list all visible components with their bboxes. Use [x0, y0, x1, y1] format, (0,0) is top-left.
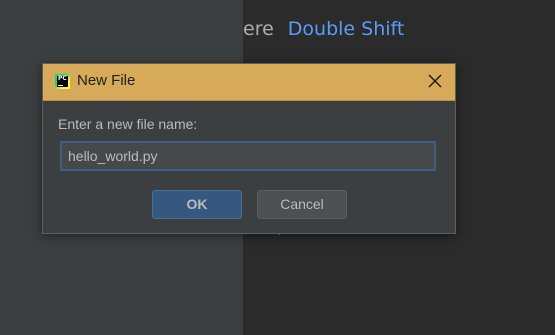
- hint-shortcut: Double Shift: [287, 18, 405, 40]
- dialog-title: New File: [77, 72, 136, 89]
- file-name-input[interactable]: [62, 143, 434, 169]
- pycharm-icon-bar: [58, 85, 63, 86]
- search-everywhere-hint: ere Double Shift: [243, 18, 404, 40]
- dialog-titlebar: PC New File: [43, 64, 455, 101]
- new-file-dialog: PC New File Enter a new file name: OK Ca…: [42, 63, 456, 234]
- close-button[interactable]: [427, 73, 443, 89]
- ok-button[interactable]: OK: [152, 190, 242, 219]
- close-icon: [428, 74, 442, 88]
- hint-text: ere: [243, 18, 274, 40]
- pycharm-icon: PC: [55, 74, 70, 89]
- cancel-button[interactable]: Cancel: [257, 190, 347, 219]
- dialog-content: Enter a new file name: OK Cancel: [43, 101, 455, 233]
- file-name-prompt: Enter a new file name:: [58, 116, 198, 132]
- file-name-field-wrapper: [60, 141, 436, 171]
